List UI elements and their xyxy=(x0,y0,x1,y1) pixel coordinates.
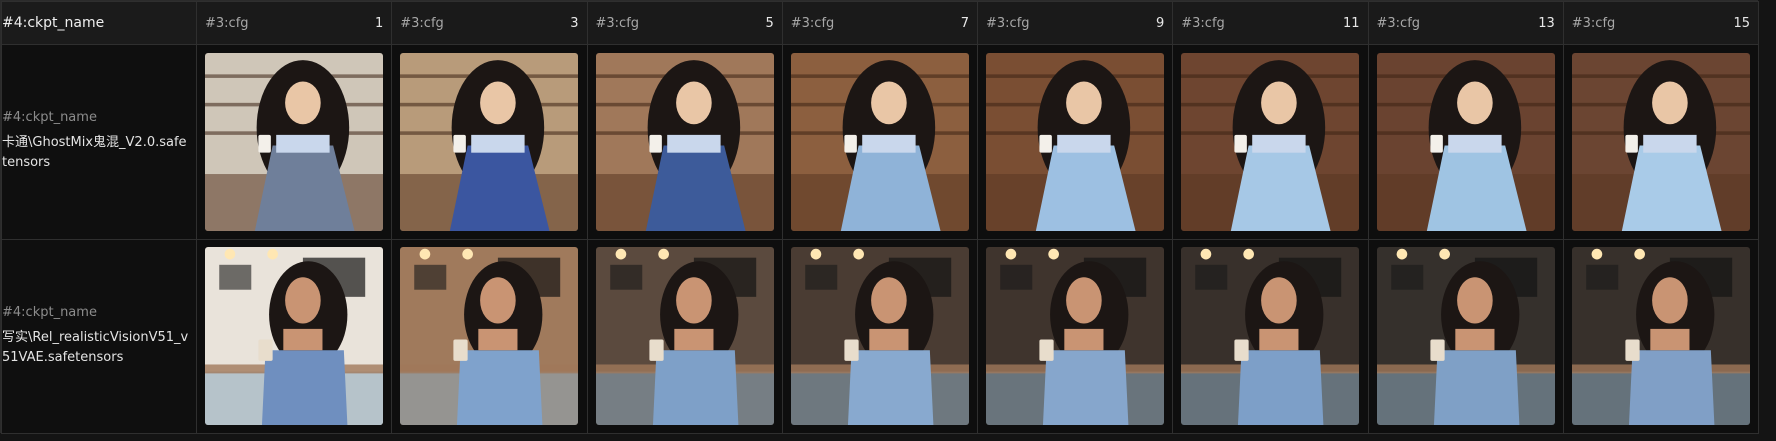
image-cell[interactable] xyxy=(976,238,1174,434)
row-axis-value: 卡通\GhostMix鬼混_V2.0.safetensors xyxy=(2,135,187,171)
generated-image[interactable] xyxy=(595,52,774,231)
column-axis-label: #3:cfg xyxy=(400,16,444,31)
image-art xyxy=(1181,247,1360,426)
row-axis-value: 写实\Rel_realisticVisionV51_v51VAE.safeten… xyxy=(2,329,189,365)
generated-image[interactable] xyxy=(400,247,579,426)
generated-image[interactable] xyxy=(400,52,579,231)
image-row-ghostmix: #4:ckpt_name 卡通\GhostMix鬼混_V2.0.safetens… xyxy=(1,44,1760,240)
image-cell[interactable] xyxy=(1562,44,1760,240)
generated-image[interactable] xyxy=(1181,52,1360,231)
column-axis-value: 13 xyxy=(1538,16,1555,31)
image-cell[interactable] xyxy=(586,238,783,434)
corner-header: #4:ckpt_name xyxy=(1,1,197,45)
column-header-cfg-7: #3:cfg 7 xyxy=(781,1,979,45)
image-art xyxy=(205,52,384,231)
column-header-cfg-3: #3:cfg 3 xyxy=(391,1,588,45)
generated-image[interactable] xyxy=(595,247,774,426)
image-cell[interactable] xyxy=(1562,238,1760,434)
image-art xyxy=(790,52,969,231)
generated-image[interactable] xyxy=(205,52,384,231)
generated-image[interactable] xyxy=(986,247,1165,426)
image-cell[interactable] xyxy=(781,44,979,240)
column-axis-value: 1 xyxy=(374,16,384,31)
column-axis-label: #3:cfg xyxy=(205,16,249,31)
image-cell[interactable] xyxy=(1367,238,1564,434)
column-axis-value: 15 xyxy=(1733,16,1750,31)
row-header-realisticvision: #4:ckpt_name 写实\Rel_realisticVisionV51_v… xyxy=(1,238,197,434)
image-cell[interactable] xyxy=(195,44,393,240)
image-cell[interactable] xyxy=(391,238,588,434)
image-cell[interactable] xyxy=(976,44,1174,240)
image-art xyxy=(205,247,384,426)
column-axis-value: 5 xyxy=(765,16,774,31)
column-axis-value: 3 xyxy=(570,16,579,31)
image-art xyxy=(790,247,969,426)
column-axis-value: 11 xyxy=(1342,16,1360,31)
image-cell[interactable] xyxy=(1172,238,1369,434)
column-axis-label: #3:cfg xyxy=(1376,16,1421,31)
xy-plot-grid: #4:ckpt_name #3:cfg 1 #3:cfg 3 #3:cfg 5 #3:… xyxy=(0,0,1760,434)
generated-image[interactable] xyxy=(1376,247,1555,426)
column-header-cfg-1: #3:cfg 1 xyxy=(195,1,393,45)
image-cell[interactable] xyxy=(195,238,393,434)
generated-image[interactable] xyxy=(205,247,384,426)
image-cell[interactable] xyxy=(391,44,588,240)
column-axis-label: #3:cfg xyxy=(1181,16,1225,31)
xy-grid-table: #4:ckpt_name #3:cfg 1 #3:cfg 3 #3:cfg 5 #3:… xyxy=(1,1,1760,434)
column-header-cfg-13: #3:cfg 13 xyxy=(1367,1,1564,45)
column-axis-label: #3:cfg xyxy=(1571,16,1616,31)
image-art xyxy=(986,52,1165,231)
column-header-cfg-11: #3:cfg 11 xyxy=(1172,1,1369,45)
column-axis-value: 7 xyxy=(960,16,969,31)
image-cell[interactable] xyxy=(1367,44,1564,240)
column-axis-label: #3:cfg xyxy=(595,16,640,31)
image-art xyxy=(595,52,774,231)
image-art xyxy=(986,247,1165,426)
image-row-realisticvision: #4:ckpt_name 写实\Rel_realisticVisionV51_v… xyxy=(1,238,1760,434)
image-cell[interactable] xyxy=(586,44,783,240)
image-art xyxy=(595,247,774,426)
image-art xyxy=(1571,247,1750,426)
generated-image[interactable] xyxy=(986,52,1165,231)
generated-image[interactable] xyxy=(1571,52,1750,231)
image-art xyxy=(1181,52,1360,231)
image-art xyxy=(1571,52,1750,231)
header-row: #4:ckpt_name #3:cfg 1 #3:cfg 3 #3:cfg 5 #3:… xyxy=(1,1,1760,45)
column-axis-label: #3:cfg xyxy=(986,16,1030,31)
generated-image[interactable] xyxy=(790,52,969,231)
column-axis-label: #3:cfg xyxy=(790,16,835,31)
image-art xyxy=(1376,52,1555,231)
column-header-cfg-5: #3:cfg 5 xyxy=(586,1,783,45)
image-art xyxy=(400,52,579,231)
image-art xyxy=(400,247,579,426)
generated-image[interactable] xyxy=(1571,247,1750,426)
generated-image[interactable] xyxy=(790,247,969,426)
image-art xyxy=(1376,247,1555,426)
column-header-cfg-15: #3:cfg 15 xyxy=(1562,1,1760,45)
generated-image[interactable] xyxy=(1181,247,1360,426)
row-header-ghostmix: #4:ckpt_name 卡通\GhostMix鬼混_V2.0.safetens… xyxy=(1,44,197,240)
image-cell[interactable] xyxy=(1172,44,1369,240)
row-axis-label: #4:ckpt_name xyxy=(2,110,97,126)
column-header-cfg-9: #3:cfg 9 xyxy=(976,1,1174,45)
image-cell[interactable] xyxy=(781,238,979,434)
row-axis-label: #4:ckpt_name xyxy=(2,304,97,320)
generated-image[interactable] xyxy=(1376,52,1555,231)
column-axis-value: 9 xyxy=(1155,16,1165,31)
